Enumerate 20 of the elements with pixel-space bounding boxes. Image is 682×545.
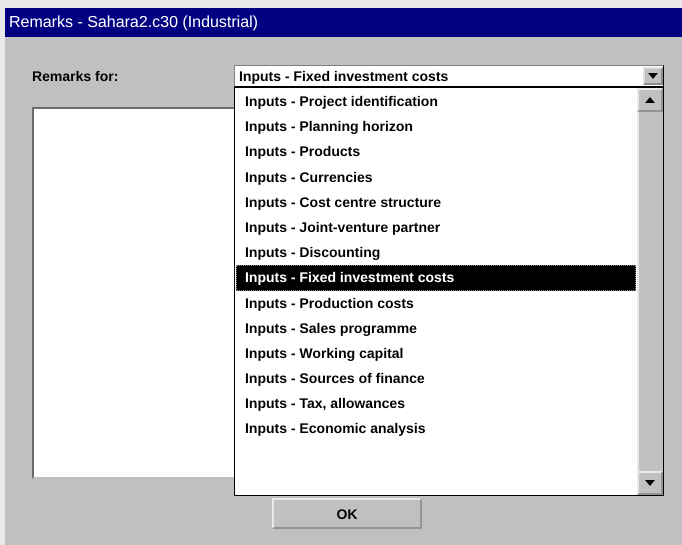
dropdown-option[interactable]: Inputs - Tax, allowances xyxy=(236,391,636,416)
dropdown-option[interactable]: Inputs - Economic analysis xyxy=(236,416,636,442)
dropdown-option[interactable]: Inputs - Fixed investment costs xyxy=(236,265,636,290)
window-title: Remarks - Sahara2.c30 (Industrial) xyxy=(9,14,258,32)
dropdown-option[interactable]: Inputs - Sales programme xyxy=(236,316,636,341)
scroll-up-icon[interactable] xyxy=(637,88,663,112)
remarks-for-dropdown[interactable]: Inputs - Fixed investment costs xyxy=(234,65,664,87)
dropdown-option[interactable]: Inputs - Project identification xyxy=(236,89,636,114)
remarks-for-label: Remarks for: xyxy=(32,68,120,84)
dropdown-option[interactable]: Inputs - Production costs xyxy=(236,290,636,316)
ok-button[interactable]: OK xyxy=(272,498,422,529)
dropdown-option[interactable]: Inputs - Planning horizon xyxy=(236,114,636,140)
dropdown-option[interactable]: Inputs - Products xyxy=(236,139,636,165)
dropdown-option[interactable]: Inputs - Working capital xyxy=(236,340,636,366)
dropdown-option[interactable]: Inputs - Cost centre structure xyxy=(236,190,636,215)
dropdown-option[interactable]: Inputs - Sources of finance xyxy=(236,366,636,392)
dropdown-option[interactable]: Inputs - Currencies xyxy=(236,164,636,190)
dropdown-option[interactable]: Inputs - Joint-venture partner xyxy=(236,214,636,240)
scroll-down-icon[interactable] xyxy=(637,471,663,495)
dropdown-option[interactable]: Inputs - Discounting xyxy=(236,240,636,266)
